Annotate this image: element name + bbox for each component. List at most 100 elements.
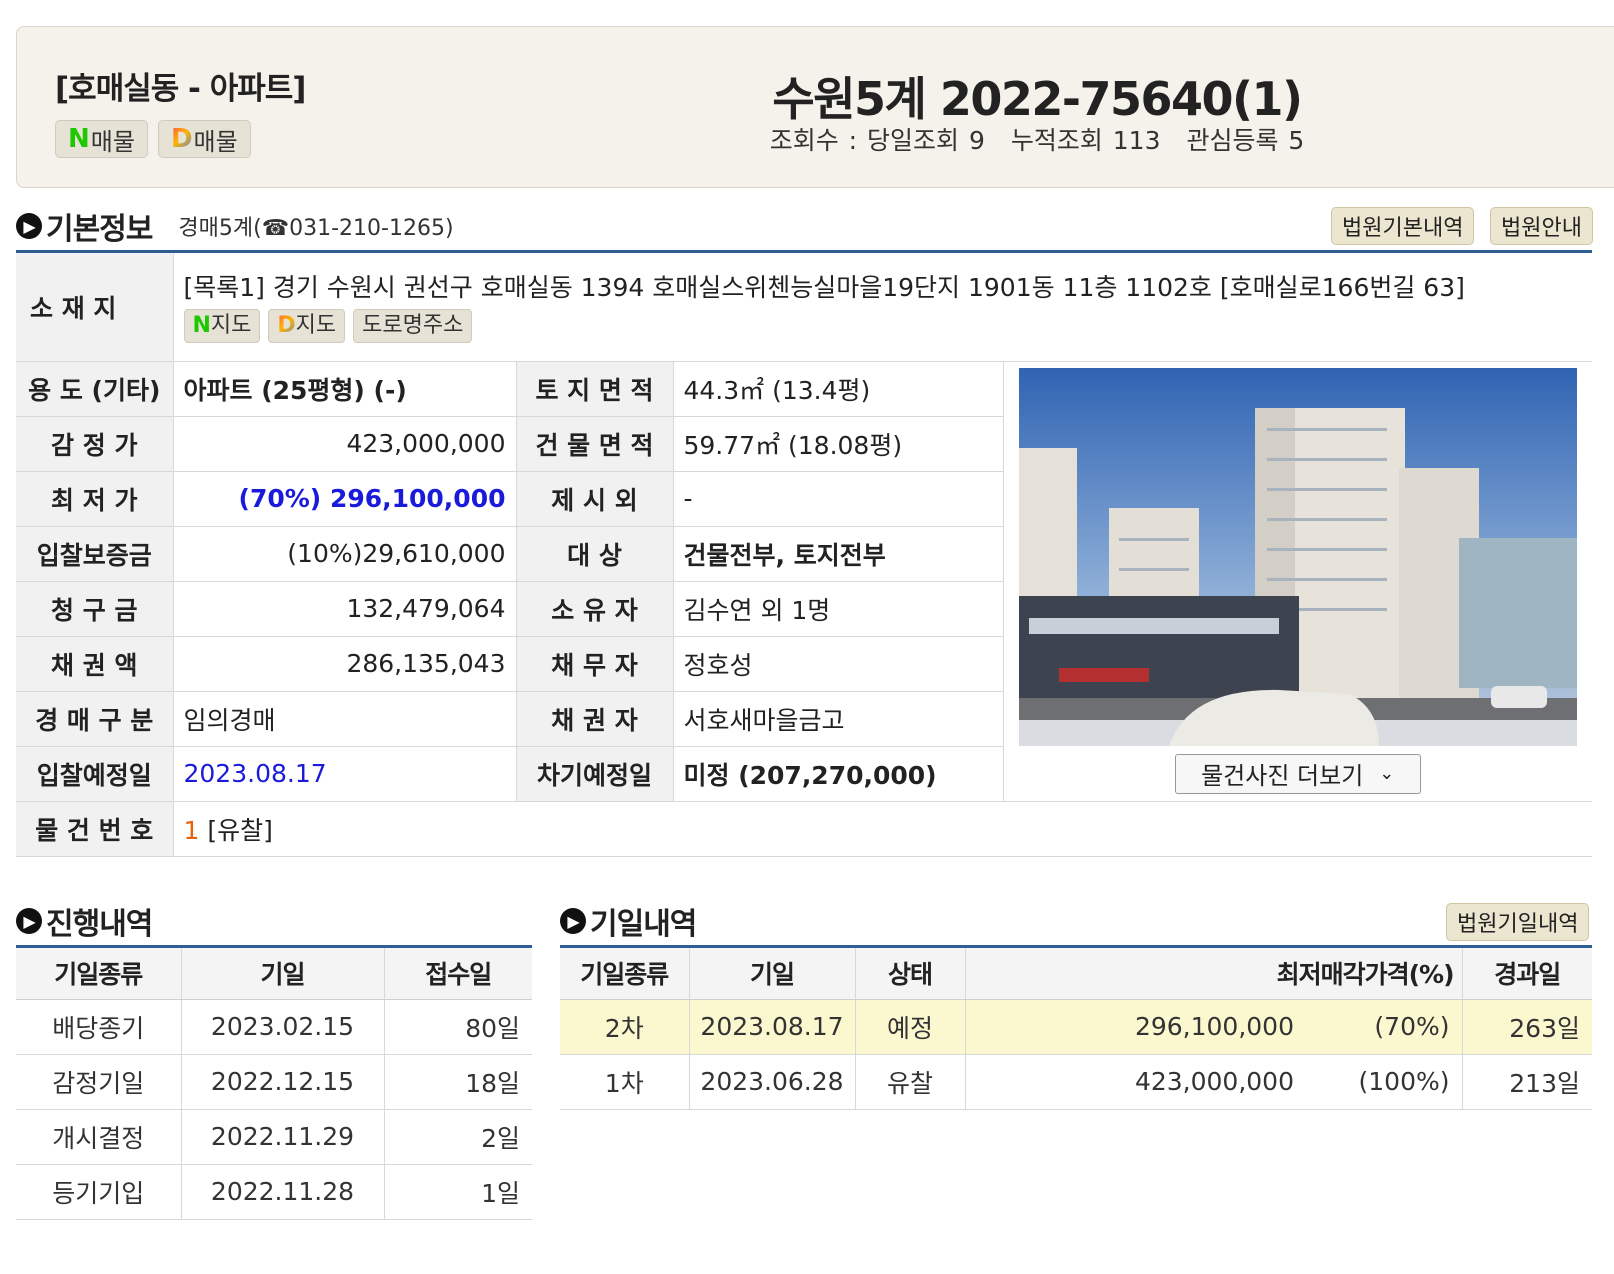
- basic-info-title: 기본정보: [46, 212, 153, 247]
- column-header: 기일종류: [560, 948, 690, 1000]
- column-header: 상태: [855, 948, 966, 1000]
- table-cell: 배당종기: [16, 999, 182, 1055]
- column-header: 기일: [181, 948, 385, 1000]
- property-photo[interactable]: [1018, 367, 1577, 746]
- table-cell: 213일: [1462, 1054, 1592, 1110]
- table-row: 개시결정 2022.11.29 2일: [16, 1109, 532, 1165]
- listing-links: N 매물 D 매물: [55, 120, 251, 158]
- naver-map-label: 지도: [210, 313, 252, 339]
- min-price-value: (70%) 296,100,000: [173, 471, 517, 527]
- court-contact: 경매5계(☎031-210-1265): [178, 216, 454, 241]
- target-label: 대 상: [516, 526, 674, 582]
- usage-label: 용 도 (기타): [16, 361, 174, 417]
- excluded-label: 제 시 외: [516, 471, 674, 527]
- claim-label: 청 구 금: [16, 581, 174, 637]
- column-header: 기일종류: [16, 948, 182, 1000]
- building-area-label: 건 물 면 적: [516, 416, 674, 472]
- daum-listing-button[interactable]: D 매물: [157, 120, 251, 158]
- more-photos-button[interactable]: 물건사진 더보기 ⌄: [1174, 753, 1421, 794]
- apartment-photo-illustration: [1018, 367, 1577, 746]
- naver-listing-label: 매물: [90, 127, 135, 156]
- court-basic-button[interactable]: 법원기본내역: [1331, 207, 1475, 245]
- table-cell: 1일: [384, 1164, 532, 1220]
- table-cell: 263일: [1462, 999, 1592, 1055]
- view-stats: 조회수 : 당일조회 9 누적조회 113 관심등록 5: [637, 121, 1437, 157]
- schedule-heading: ▶ 기일내역: [560, 899, 697, 943]
- naver-icon: N: [192, 313, 211, 339]
- creditor-value: 서호새마을금고: [673, 691, 1004, 747]
- views-total: 누적조회 113: [1010, 126, 1161, 155]
- road-address-button[interactable]: 도로명주소: [353, 309, 473, 344]
- owner-value: 김수연 외 1명: [673, 581, 1004, 637]
- bid-date-label: 입찰예정일: [16, 746, 174, 802]
- daum-listing-label: 매물: [193, 127, 238, 156]
- table-row: 등기기입 2022.11.28 1일: [16, 1164, 532, 1220]
- usage-value: 아파트 (25평형) (-): [173, 361, 517, 417]
- property-category: [호매실동 - 아파트]: [55, 71, 306, 107]
- building-area-value: 59.77㎡ (18.08평): [673, 416, 1004, 472]
- table-row: 배당종기 2023.02.15 80일: [16, 999, 532, 1055]
- auction-type-value: 임의경매: [173, 691, 517, 747]
- table-row: 1차 2023.06.28 유찰 423,000,000 (100%) 213일: [560, 1054, 1592, 1110]
- section-bullet-icon: ▶: [560, 908, 586, 934]
- schedule-table: 기일종류 기일 상태 최저매각가격(%) 경과일 2차 2023.08.17 예…: [560, 948, 1592, 1110]
- min-price-label: 최 저 가: [16, 471, 174, 527]
- basic-info-table: 소 재 지 [목록1] 경기 수원시 권선구 호매실동 1394 호매실스위첸능…: [16, 253, 1592, 857]
- land-area-label: 토 지 면 적: [516, 361, 674, 417]
- item-number[interactable]: 1: [184, 816, 200, 845]
- section-bullet-icon: ▶: [16, 908, 42, 934]
- basic-info-heading: ▶ 기본정보 경매5계(☎031-210-1265): [16, 204, 454, 248]
- table-cell: 2차: [560, 999, 690, 1055]
- column-header: 접수일: [384, 948, 532, 1000]
- more-photos-label: 물건사진 더보기: [1201, 762, 1364, 790]
- land-area-value: 44.3㎡ (13.4평): [673, 361, 1004, 417]
- progress-heading: ▶ 진행내역: [16, 899, 153, 943]
- table-cell: 2022.11.28: [181, 1164, 385, 1220]
- progress-title: 진행내역: [46, 907, 153, 942]
- target-value: 건물전부, 토지전부: [673, 526, 1004, 582]
- claim-value: 132,479,064: [173, 581, 517, 637]
- table-header-row: 기일종류 기일 접수일: [16, 948, 532, 1000]
- deposit-value: (10%)29,610,000: [173, 526, 517, 582]
- interest-count: 관심등록 5: [1186, 126, 1305, 155]
- photo-cell: 물건사진 더보기 ⌄: [1003, 361, 1592, 802]
- address-text: [목록1] 경기 수원시 권선구 호매실동 1394 호매실스위첸능실마을19단…: [183, 273, 1465, 303]
- naver-map-button[interactable]: N 지도: [183, 309, 261, 344]
- table-cell: 2023.08.17: [689, 999, 856, 1055]
- table-cell: 개시결정: [16, 1109, 182, 1165]
- auction-type-label: 경 매 구 분: [16, 691, 174, 747]
- court-guide-button[interactable]: 법원안내: [1490, 207, 1593, 245]
- naver-listing-button[interactable]: N 매물: [55, 120, 148, 158]
- table-cell: 2023.02.15: [181, 999, 385, 1055]
- daum-icon: D: [170, 124, 193, 154]
- table-cell: 18일: [384, 1054, 532, 1110]
- item-number-cell: 1 [유찰]: [173, 801, 1592, 857]
- debtor-value: 정호성: [673, 636, 1004, 692]
- address-cell: [목록1] 경기 수원시 권선구 호매실동 1394 호매실스위첸능실마을19단…: [173, 253, 1592, 362]
- table-header-row: 기일종류 기일 상태 최저매각가격(%) 경과일: [560, 948, 1592, 1000]
- section-bullet-icon: ▶: [16, 213, 42, 239]
- owner-label: 소 유 자: [516, 581, 674, 637]
- next-date-label: 차기예정일: [516, 746, 674, 802]
- item-number-label: 물 건 번 호: [16, 801, 174, 857]
- court-schedule-button[interactable]: 법원기일내역: [1446, 903, 1590, 941]
- creditor-label: 채 권 자: [516, 691, 674, 747]
- table-cell: (70%): [1312, 999, 1463, 1055]
- table-cell: 423,000,000: [965, 1054, 1312, 1110]
- daum-icon: D: [277, 308, 295, 344]
- table-cell: 2일: [384, 1109, 532, 1165]
- daum-map-button[interactable]: D 지도: [268, 308, 346, 344]
- case-number-title: 수원5계 2022-75640(1): [772, 72, 1303, 126]
- naver-icon: N: [68, 124, 90, 154]
- table-cell: 등기기입: [16, 1164, 182, 1220]
- table-cell: 유찰: [855, 1054, 966, 1110]
- chevron-down-icon: ⌄: [1379, 763, 1395, 784]
- bid-date-value[interactable]: 2023.08.17: [173, 746, 517, 802]
- next-date-value: 미정 (207,270,000): [673, 746, 1004, 802]
- table-cell: 2022.12.15: [181, 1054, 385, 1110]
- appraisal-label: 감 정 가: [16, 416, 174, 472]
- table-row: 2차 2023.08.17 예정 296,100,000 (70%) 263일: [560, 999, 1592, 1055]
- column-header: 경과일: [1462, 948, 1592, 1000]
- table-cell: 296,100,000: [965, 999, 1312, 1055]
- excluded-value: -: [673, 471, 1004, 527]
